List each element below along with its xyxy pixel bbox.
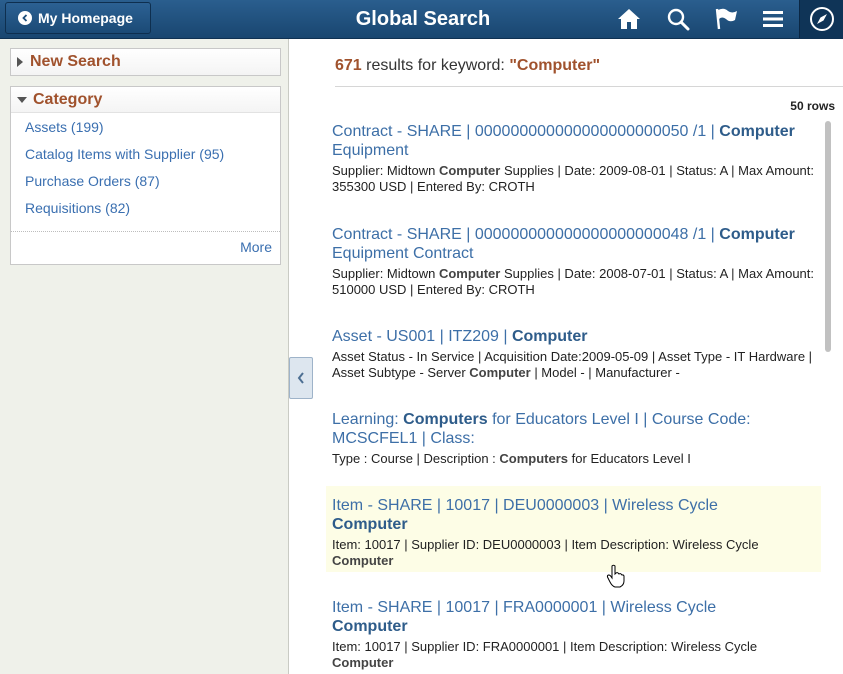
collapse-arrow-icon — [17, 96, 27, 103]
result-desc-text: Supplier: Midtown — [332, 163, 436, 178]
category-label: Category — [33, 90, 103, 108]
result-title-link[interactable]: Contract - SHARE | 000000000000000000000… — [332, 225, 815, 263]
result-title-text: Contract - SHARE | 000000000000000000000… — [332, 123, 715, 140]
result-title-text: Equipment Contract — [332, 245, 474, 262]
search-result: Asset - US001 | ITZ209 | Computer Asset … — [326, 327, 821, 381]
result-title-text: Asset - US001 | ITZ209 | — [332, 328, 508, 345]
result-title-keyword: Computer — [332, 516, 408, 533]
result-desc-text: Supplier: Midtown — [332, 266, 436, 281]
category-list: Assets (199) Catalog Items with Supplier… — [11, 113, 280, 227]
result-title-link[interactable]: Contract - SHARE | 000000000000000000000… — [332, 122, 815, 160]
divider — [335, 86, 843, 87]
result-desc-keyword: Computer — [438, 266, 501, 281]
search-icon[interactable] — [656, 0, 700, 38]
result-title-keyword: Computer — [719, 226, 795, 243]
search-result-hovered: Item - SHARE | 10017 | DEU0000003 | Wire… — [326, 486, 821, 572]
results-for-text: results for keyword: — [366, 57, 505, 74]
result-description: Asset Status - In Service | Acquisition … — [332, 349, 815, 381]
result-title-text: Contract - SHARE | 000000000000000000000… — [332, 226, 715, 243]
result-description: Supplier: Midtown Computer Supplies | Da… — [332, 163, 815, 195]
result-description: Supplier: Midtown Computer Supplies | Da… — [332, 266, 815, 298]
result-description: Item: 10017 | Supplier ID: FRA0000001 | … — [332, 639, 815, 671]
result-desc-keyword: Computers — [499, 451, 569, 466]
more-row: More — [11, 232, 280, 264]
result-title-text: Item - SHARE | 10017 | DEU0000003 | Wire… — [332, 497, 718, 514]
category-link-requisitions[interactable]: Requisitions (82) — [25, 200, 280, 227]
result-title-link[interactable]: Item - SHARE | 10017 | FRA0000001 | Wire… — [332, 598, 815, 636]
result-title-text: Learning: — [332, 411, 399, 428]
more-link[interactable]: More — [240, 239, 272, 255]
result-desc-text: Type : Course | Description : — [332, 451, 496, 466]
result-title-link[interactable]: Asset - US001 | ITZ209 | Computer — [332, 327, 815, 346]
category-toggle[interactable]: Category — [11, 87, 280, 113]
search-result: Contract - SHARE | 000000000000000000000… — [326, 225, 821, 298]
result-title-link[interactable]: Learning: Computers for Educators Level … — [332, 410, 815, 448]
collapse-pane-button[interactable] — [289, 357, 313, 399]
chevron-left-icon — [18, 11, 32, 25]
result-desc-text: | Model - | Manufacturer - — [534, 365, 680, 380]
category-link-assets[interactable]: Assets (199) — [25, 119, 280, 146]
result-desc-keyword: Computer — [332, 553, 394, 568]
chevron-left-icon — [297, 372, 304, 384]
menu-icon[interactable] — [751, 0, 795, 38]
category-link-catalog-items[interactable]: Catalog Items with Supplier (95) — [25, 146, 280, 173]
results-summary: 671 results for keyword: "Computer" — [335, 57, 600, 75]
category-link-purchase-orders[interactable]: Purchase Orders (87) — [25, 173, 280, 200]
result-desc-keyword: Computer — [438, 163, 501, 178]
page-title: Global Search — [355, 8, 491, 30]
my-homepage-label: My Homepage — [38, 10, 133, 26]
my-homepage-button[interactable]: My Homepage — [5, 2, 151, 34]
result-title-keyword: Computers — [403, 411, 488, 428]
results-keyword: "Computer" — [509, 57, 601, 74]
search-result: Contract - SHARE | 000000000000000000000… — [326, 122, 821, 195]
result-title-text: Equipment — [332, 142, 409, 159]
hand-pointer-icon — [606, 564, 626, 591]
result-title-link[interactable]: Item - SHARE | 10017 | DEU0000003 | Wire… — [332, 496, 815, 534]
results-scrollbar[interactable] — [825, 121, 831, 352]
left-filter-pane: New Search Category Assets (199) Catalog… — [0, 39, 289, 674]
category-panel: Category Assets (199) Catalog Items with… — [10, 86, 281, 265]
result-title-text: Item - SHARE | 10017 | FRA0000001 | Wire… — [332, 599, 717, 616]
search-result: Learning: Computers for Educators Level … — [326, 410, 821, 467]
result-title-keyword: Computer — [332, 618, 408, 635]
new-search-label: New Search — [30, 53, 121, 70]
search-result: Item - SHARE | 10017 | FRA0000001 | Wire… — [326, 598, 821, 671]
new-search-toggle[interactable]: New Search — [11, 49, 280, 75]
result-desc-text: for Educators Level I — [571, 451, 691, 466]
result-desc-text: Item: 10017 | Supplier ID: FRA0000001 | … — [332, 639, 758, 654]
result-title-keyword: Computer — [511, 328, 588, 345]
home-icon[interactable] — [607, 0, 651, 38]
compass-icon[interactable] — [799, 0, 843, 38]
app-header: My Homepage Global Search — [0, 0, 843, 39]
result-desc-text: Item: 10017 | Supplier ID: DEU0000003 | … — [332, 537, 759, 552]
result-desc-keyword: Computer — [469, 365, 531, 380]
new-search-panel: New Search — [10, 48, 281, 76]
result-description: Item: 10017 | Supplier ID: DEU0000003 | … — [332, 537, 815, 569]
result-description: Type : Course | Description : Computers … — [332, 451, 815, 467]
result-title-keyword: Computer — [719, 123, 795, 140]
result-desc-keyword: Computer — [332, 655, 394, 670]
rows-count: 50 rows — [790, 99, 835, 113]
expand-arrow-icon — [17, 57, 23, 67]
flag-icon[interactable] — [704, 0, 748, 38]
results-count: 671 — [335, 57, 362, 74]
